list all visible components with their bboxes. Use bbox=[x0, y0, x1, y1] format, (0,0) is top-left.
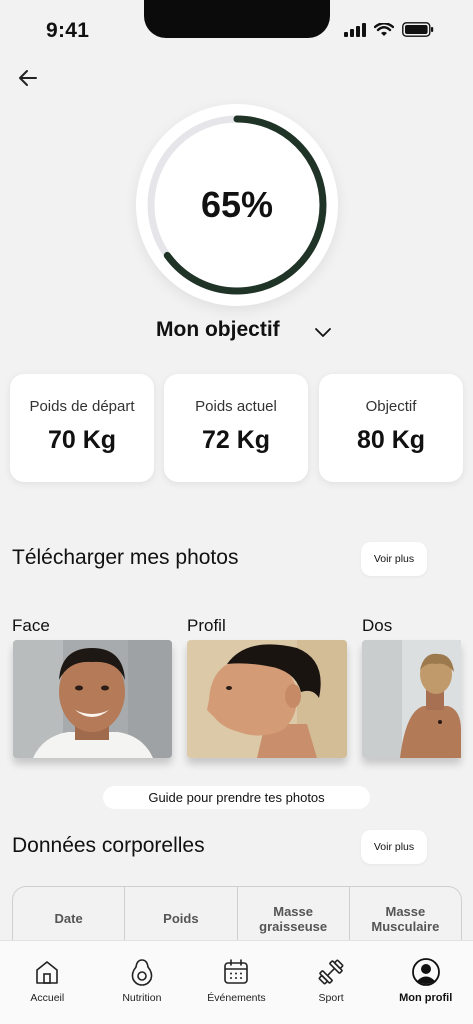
stat-label: Objectif bbox=[365, 398, 417, 415]
goal-progress-ring: 65% bbox=[136, 104, 338, 306]
nav-item-home[interactable]: Accueil bbox=[0, 941, 95, 1024]
back-arrow-icon[interactable] bbox=[14, 64, 42, 92]
stat-card-goal-weight: Objectif 80 Kg bbox=[319, 374, 463, 482]
photo-label-profile: Profil bbox=[187, 616, 226, 635]
photo-guide-button[interactable]: Guide pour prendre tes photos bbox=[103, 786, 370, 809]
stat-card-start-weight: Poids de départ 70 Kg bbox=[10, 374, 154, 482]
photo-label-back: Dos bbox=[362, 616, 393, 635]
calendar-icon bbox=[224, 959, 249, 984]
nav-item-nutrition[interactable]: Nutrition bbox=[95, 941, 190, 1024]
nav-label: Événements bbox=[207, 992, 266, 1004]
nav-item-events[interactable]: Événements bbox=[189, 941, 284, 1024]
home-icon bbox=[36, 961, 59, 984]
body-data-see-more-button[interactable]: Voir plus bbox=[361, 830, 427, 864]
photo-label-face: Face bbox=[12, 616, 50, 635]
status-time: 9:41 bbox=[46, 19, 90, 42]
stat-card-current-weight: Poids actuel 72 Kg bbox=[164, 374, 308, 482]
signal-icon bbox=[344, 22, 366, 37]
nav-label: Sport bbox=[318, 992, 344, 1004]
photo-face[interactable] bbox=[13, 640, 172, 758]
photos-see-more-button[interactable]: Voir plus bbox=[361, 542, 427, 576]
bottom-navigation: Accueil Nutrition Événements Sport Mon p… bbox=[0, 940, 473, 1024]
goal-title[interactable]: Mon objectif bbox=[156, 318, 280, 342]
stat-label: Poids actuel bbox=[195, 398, 277, 415]
nav-item-sport[interactable]: Sport bbox=[284, 941, 379, 1024]
nav-label: Nutrition bbox=[122, 992, 162, 1004]
stat-label: Poids de départ bbox=[29, 398, 135, 415]
profile-icon bbox=[411, 958, 440, 986]
photo-profile[interactable] bbox=[187, 640, 347, 758]
nav-item-profile[interactable]: Mon profil bbox=[378, 941, 473, 1024]
stat-value: 80 Kg bbox=[356, 426, 426, 454]
wifi-icon bbox=[374, 22, 394, 36]
dumbbell-icon bbox=[318, 959, 344, 985]
photos-section-title: Télécharger mes photos bbox=[12, 546, 239, 569]
status-icons bbox=[344, 22, 434, 37]
goal-percent: 65% bbox=[200, 184, 274, 225]
stat-value: 70 Kg bbox=[47, 426, 117, 454]
stat-value: 72 Kg bbox=[201, 426, 271, 454]
nav-label: Mon profil bbox=[399, 992, 453, 1004]
photo-back[interactable] bbox=[362, 640, 461, 758]
device-notch bbox=[144, 0, 330, 38]
chevron-down-icon[interactable] bbox=[313, 322, 333, 342]
avocado-icon bbox=[131, 959, 153, 986]
battery-icon bbox=[402, 22, 434, 37]
nav-label: Accueil bbox=[30, 992, 65, 1004]
body-data-section-title: Données corporelles bbox=[12, 834, 205, 857]
